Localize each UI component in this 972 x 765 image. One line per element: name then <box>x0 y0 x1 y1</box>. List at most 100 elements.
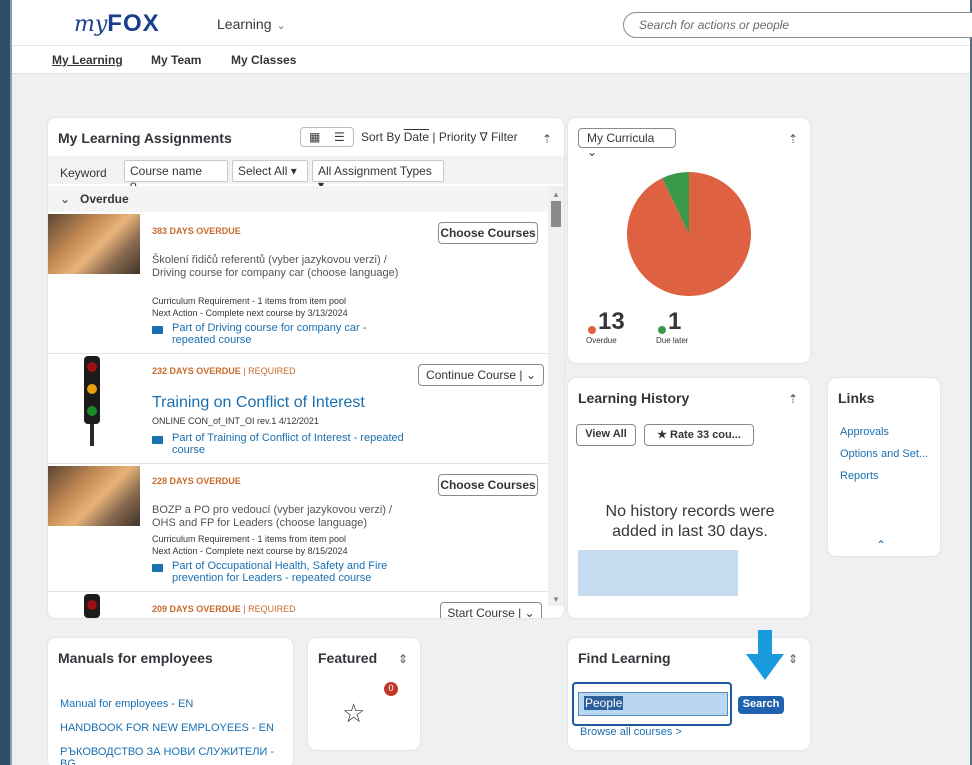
tab-my-team[interactable]: My Team <box>151 53 201 67</box>
search-button[interactable]: Search <box>738 696 784 714</box>
find-title: Find Learning <box>578 650 671 666</box>
myfox-logo[interactable]: myFOX <box>74 10 160 38</box>
required-badge: REQUIRED <box>248 366 296 376</box>
folder-icon <box>152 564 163 572</box>
filter-link[interactable]: Filter <box>491 130 518 144</box>
part-of-text: Part of Driving course for company car -… <box>172 322 367 346</box>
item-title[interactable]: BOZP a PO pro vedoucí (vyber jazykovou v… <box>152 504 412 530</box>
part-of-link[interactable]: Part of Training of Conflict of Interest… <box>152 432 412 456</box>
overdue-count[interactable]: 13 <box>598 308 625 336</box>
rate-courses-button[interactable]: ★ Rate 33 cou... <box>644 424 754 446</box>
curricula-select-label: My Curricula <box>587 131 655 145</box>
part-of-link[interactable]: Part of Driving course for company car -… <box>152 322 412 346</box>
curricula-card: My Curricula ⌄ ⇡ 13 Overdue 1 Due later <box>568 118 810 363</box>
required-badge: REQUIRED <box>248 604 296 614</box>
grid-view-icon[interactable]: ▦ <box>309 130 320 144</box>
start-course-label: Start Course <box>447 606 515 618</box>
assignment-item: 209 DAYS OVERDUE | REQUIRED Start Course… <box>48 592 548 618</box>
view-all-button[interactable]: View All <box>576 424 636 446</box>
puzzle-image <box>48 466 140 526</box>
scroll-up-icon[interactable]: ▲ <box>552 190 560 199</box>
chevron-down-icon[interactable]: ⌄ <box>525 606 535 618</box>
select-all-dropdown[interactable]: Select All ▾ <box>232 160 308 182</box>
learning-history-card: Learning History ⇡ View All ★ Rate 33 co… <box>568 378 810 618</box>
sort-date-link[interactable]: Date <box>404 130 429 144</box>
due-later-count[interactable]: 1 <box>668 308 681 336</box>
item-title[interactable]: Školení řidičů referentů (vyber jazykovo… <box>152 254 407 280</box>
filter-icon[interactable]: ∇ <box>480 130 488 144</box>
item-title[interactable]: Training on Conflict of Interest <box>152 394 452 412</box>
overdue-label: 209 DAYS OVERDUE | REQUIRED <box>152 604 296 614</box>
due-later-dot <box>658 326 666 334</box>
assignment-item: 232 DAYS OVERDUE | REQUIRED Training on … <box>48 354 548 464</box>
continue-course-button[interactable]: Continue Course | ⌄ <box>418 364 544 386</box>
expand-collapse-icon[interactable]: ⇕ <box>398 652 408 666</box>
item-meta: Next Action - Complete next course by 8/… <box>152 546 348 556</box>
keyword-input[interactable]: Course name o... <box>124 160 228 192</box>
chevron-down-icon[interactable]: ⌄ <box>526 368 536 382</box>
choose-courses-button[interactable]: Choose Courses <box>438 474 538 496</box>
select-all-label: Select All <box>238 164 288 178</box>
assignment-types-label: All Assignment Types <box>318 164 432 178</box>
overdue-group-header[interactable]: ⌄ Overdue <box>48 186 548 212</box>
manual-link-en[interactable]: Manual for employees - EN <box>60 698 193 710</box>
collapse-icon[interactable]: ⇡ <box>542 132 552 146</box>
overdue-label: Overdue <box>586 336 617 345</box>
handbook-link-bg[interactable]: РЪКОВОДСТВО ЗА НОВИ СЛУЖИТЕЛИ - BG <box>60 746 280 765</box>
list-scrollbar[interactable]: ▲ ▼ <box>548 186 564 606</box>
sort-priority-link[interactable]: Priority <box>439 130 476 144</box>
tab-my-learning[interactable]: My Learning <box>52 53 123 67</box>
global-search-input[interactable]: Search for actions or people <box>623 12 972 38</box>
history-empty-message: No history records were added in last 30… <box>605 503 775 540</box>
part-of-text: Part of Training of Conflict of Interest… <box>172 432 404 456</box>
folder-icon <box>152 326 163 334</box>
links-card: Links Approvals Options and Set... Repor… <box>828 378 940 556</box>
history-placeholder-block <box>578 550 738 596</box>
collapse-icon[interactable]: ⇡ <box>788 392 798 406</box>
logo-fox: FOX <box>107 10 160 37</box>
item-meta: ONLINE CON_of_INT_OI rev.1 4/12/2021 <box>152 416 319 426</box>
group-label: Overdue <box>80 192 129 206</box>
top-bar: myFOX Learning ⌄ Search for actions or pe… <box>12 0 972 46</box>
rate-label: Rate 33 cou... <box>670 429 741 441</box>
view-toggle[interactable]: ▦ ☰ <box>300 127 354 147</box>
keyword-label: Keyword <box>60 166 107 180</box>
link-options-settings[interactable]: Options and Set... <box>840 448 928 460</box>
overdue-label: 232 DAYS OVERDUE | REQUIRED <box>152 366 296 376</box>
star-list-icon[interactable]: ☆ <box>342 698 365 729</box>
curricula-dropdown[interactable]: My Curricula ⌄ <box>578 128 676 159</box>
choose-courses-button[interactable]: Choose Courses <box>438 222 538 244</box>
chevron-down-icon: ⌄ <box>587 145 598 159</box>
tab-my-classes[interactable]: My Classes <box>231 53 296 67</box>
collapse-icon[interactable]: ⇡ <box>788 132 798 146</box>
expand-collapse-icon[interactable]: ⇕ <box>788 652 798 666</box>
assignment-types-dropdown[interactable]: All Assignment Types ▾ <box>312 160 444 192</box>
overdue-dot <box>588 326 596 334</box>
app-shell: myFOX Learning ⌄ Search for actions or pe… <box>12 0 972 765</box>
link-reports[interactable]: Reports <box>840 470 879 482</box>
handbook-link-en[interactable]: HANDBOOK FOR NEW EMPLOYEES - EN <box>60 722 274 734</box>
assignment-item: 228 DAYS OVERDUE BOZP a PO pro vedoucí (… <box>48 464 548 592</box>
overdue-label: 228 DAYS OVERDUE <box>152 476 241 486</box>
puzzle-image <box>48 214 140 274</box>
scroll-thumb[interactable] <box>551 201 561 227</box>
overdue-days: 232 DAYS OVERDUE <box>152 366 241 376</box>
list-view-icon[interactable]: ☰ <box>334 130 345 144</box>
chevron-up-icon[interactable]: ⌃ <box>876 538 886 552</box>
start-course-button[interactable]: Start Course | ⌄ <box>440 602 542 618</box>
continue-course-label: Continue Course <box>426 368 517 382</box>
manuals-title: Manuals for employees <box>58 650 213 666</box>
assignment-item: 383 DAYS OVERDUE Školení řidičů referent… <box>48 212 548 354</box>
sort-separator: | <box>432 130 436 144</box>
item-meta: Curriculum Requirement - 1 items from it… <box>152 534 347 544</box>
arrow-down-icon <box>746 630 784 680</box>
browse-all-courses-link[interactable]: Browse all courses > <box>580 726 682 738</box>
scroll-down-icon[interactable]: ▼ <box>552 595 560 604</box>
overdue-label: 383 DAYS OVERDUE <box>152 226 241 236</box>
link-approvals[interactable]: Approvals <box>840 426 889 438</box>
links-title: Links <box>838 390 875 406</box>
overdue-days: 209 DAYS OVERDUE <box>152 604 241 614</box>
featured-badge: 0 <box>384 682 398 696</box>
part-of-link[interactable]: Part of Occupational Health, Safety and … <box>152 560 412 584</box>
module-switcher[interactable]: Learning ⌄ <box>217 16 286 32</box>
